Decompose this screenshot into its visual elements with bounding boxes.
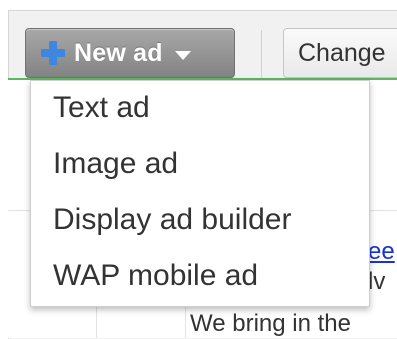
new-ad-label: New ad (74, 38, 163, 67)
change-button[interactable]: Change (283, 28, 397, 78)
menu-item-wap-mobile-ad[interactable]: WAP mobile ad (53, 259, 258, 293)
menu-item-image-ad[interactable]: Image ad (53, 147, 178, 181)
plus-icon (40, 40, 66, 66)
ad-link[interactable]: ee (368, 238, 395, 266)
change-label: Change (298, 38, 386, 67)
new-ad-dropdown-menu: Text ad Image ad Display ad builder WAP … (30, 80, 370, 307)
new-ad-button[interactable]: New ad (25, 28, 235, 78)
toolbar-divider (261, 30, 262, 78)
ad-text: lv (368, 268, 386, 295)
menu-item-display-ad-builder[interactable]: Display ad builder (53, 203, 291, 237)
ad-description: We bring in the (190, 310, 351, 337)
menu-item-text-ad[interactable]: Text ad (53, 91, 150, 125)
chevron-down-icon (174, 50, 191, 60)
